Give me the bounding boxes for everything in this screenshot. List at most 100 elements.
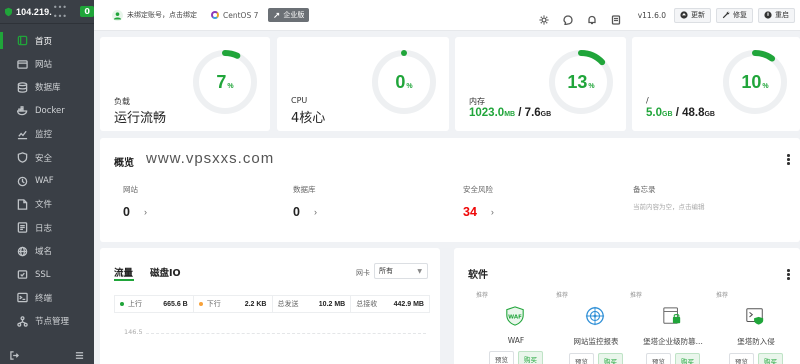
sidebar-item-logs[interactable]: 日志: [0, 216, 94, 239]
node-icon: [17, 316, 28, 327]
cpu-percent: 0%: [395, 71, 413, 92]
chevron-right-icon: ›: [143, 207, 147, 217]
sidebar-item-home[interactable]: 首页: [0, 29, 94, 52]
nic-selected-value: 所有: [379, 267, 393, 275]
sidebar-item-website[interactable]: 网站: [0, 52, 94, 75]
repair-label: 修复: [733, 11, 747, 19]
software-card: 软件 推荐 WAF WAF 预览 购买 推荐 网站监控报表 预览 购买 推荐 堡塔企…: [454, 248, 800, 364]
sidebar-item-label: SSL: [35, 269, 51, 280]
tab-disk-io[interactable]: 磁盘IO: [150, 265, 181, 279]
support-icon[interactable]: [563, 10, 573, 26]
sites-count: 0 ›: [123, 205, 147, 219]
restart-button[interactable]: 重启: [758, 7, 795, 23]
sidebar-item-label: 监控: [35, 130, 53, 141]
waf-shield-icon: WAF: [504, 305, 526, 327]
database-icon: [17, 82, 28, 93]
databases-count: 0 ›: [293, 205, 317, 219]
message-icon[interactable]: [611, 10, 621, 25]
sidebar-item-label: 数据库: [35, 83, 61, 94]
sidebar-item-security[interactable]: 安全: [0, 146, 94, 169]
sidebar-item-label: 域名: [35, 247, 53, 258]
overview-sites[interactable]: 网站 0 ›: [123, 184, 147, 219]
load-status: 运行流畅: [114, 111, 167, 126]
notification-bell-icon[interactable]: [587, 10, 597, 25]
chevron-down-icon: ▼: [417, 268, 422, 275]
overview-security[interactable]: 安全风险 34 ›: [463, 184, 494, 219]
load-card[interactable]: 7% 负载 运行流畅: [100, 37, 270, 131]
bind-account-link[interactable]: 未绑定账号，点击绑定: [127, 10, 197, 20]
software-item-intrusion-prevention[interactable]: 推荐 堡塔防入侵 预览 购买: [716, 290, 796, 364]
stat-total-sent: 总发送 10.2 MB: [273, 296, 352, 312]
software-item-site-monitor[interactable]: 推荐 网站监控报表 预览 购买: [556, 290, 636, 364]
cpu-label: CPU: [291, 96, 308, 105]
preview-button[interactable]: 预览: [646, 353, 671, 364]
terminal-icon: [17, 292, 28, 303]
edition-label: 企业版: [283, 11, 305, 19]
sidebar-item-domain[interactable]: 域名: [0, 240, 94, 263]
disk-card[interactable]: 10% / 5.0GB / 48.8GB: [632, 37, 800, 131]
collapse-menu-icon[interactable]: [75, 345, 84, 364]
disk-label: /: [646, 96, 649, 105]
software-item-waf[interactable]: 推荐 WAF WAF 预览 购买: [476, 290, 556, 364]
sidebar-item-terminal[interactable]: 终端: [0, 286, 94, 309]
chart-gridline: [146, 333, 426, 334]
logout-icon[interactable]: [10, 345, 19, 364]
recommend-tag: 推荐: [556, 292, 569, 299]
restart-label: 重启: [775, 11, 789, 19]
top-bar: 未绑定账号，点击绑定 CentOS 7 企业版 v11.6.0 更新 修复 重启: [94, 0, 800, 31]
globe-icon: [17, 59, 28, 70]
sidebar-item-docker[interactable]: Docker: [0, 99, 94, 122]
preview-button[interactable]: 预览: [729, 353, 754, 364]
overview-memo[interactable]: 备忘录 当前内容为空，点击编辑: [633, 184, 705, 211]
buy-button[interactable]: 购买: [758, 353, 783, 364]
server-header[interactable]: 104.219. ••• ••• 0: [0, 0, 94, 24]
security-count: 34 ›: [463, 205, 494, 219]
buy-button[interactable]: 购买: [675, 353, 700, 364]
ssl-icon: [17, 269, 28, 280]
preview-button[interactable]: 预览: [489, 351, 514, 364]
monitor-icon: [17, 129, 28, 140]
chevron-right-icon: ›: [313, 207, 317, 217]
software-name: 堡塔企业级防篡...: [643, 337, 703, 346]
sidebar-item-nodes[interactable]: 节点管理: [0, 310, 94, 333]
sidebar-item-label: WAF: [35, 176, 54, 187]
software-name: WAF: [507, 336, 525, 345]
tab-traffic[interactable]: 流量: [114, 265, 133, 279]
traffic-stats: 上行 665.6 B 下行 2.2 KB 总发送 10.2 MB 总接收 442.9 M…: [114, 295, 430, 313]
cpu-card[interactable]: 0% CPU 4核心: [277, 37, 449, 131]
sidebar-item-files[interactable]: 文件: [0, 193, 94, 216]
traffic-card: 流量 磁盘IO 网卡 所有 ▼ 上行 665.6 B 下行 2.2 KB 总发送 10…: [100, 248, 440, 364]
update-label: 更新: [691, 11, 705, 19]
version-label[interactable]: v11.6.0: [638, 11, 666, 20]
avatar[interactable]: [112, 9, 123, 21]
software-more-icon[interactable]: [787, 269, 790, 281]
shield-icon: [17, 152, 28, 163]
preview-button[interactable]: 预览: [569, 353, 594, 364]
alert-count-badge[interactable]: 0: [80, 6, 94, 17]
sites-label: 网站: [123, 185, 138, 194]
update-button[interactable]: 更新: [674, 7, 711, 23]
memory-card[interactable]: 13% 内存 1023.0MB / 7.6GB: [455, 37, 626, 131]
overview-more-icon[interactable]: [787, 154, 790, 166]
buy-button[interactable]: 购买: [518, 351, 543, 364]
nic-select[interactable]: 所有 ▼: [374, 263, 428, 279]
overview-databases[interactable]: 数据库 0 ›: [293, 184, 317, 219]
enterprise-badge[interactable]: 企业版: [268, 8, 310, 22]
sidebar-item-waf[interactable]: WAF: [0, 169, 94, 192]
buy-button[interactable]: 购买: [598, 353, 623, 364]
memo-note[interactable]: 当前内容为空，点击编辑: [633, 201, 705, 211]
waf-icon: [17, 176, 28, 187]
folder-icon: [17, 199, 28, 210]
sidebar-item-ssl[interactable]: SSL: [0, 263, 94, 286]
repair-button[interactable]: 修复: [716, 7, 753, 23]
server-ip-masked: ••• •••: [52, 2, 67, 21]
sidebar-item-label: 节点管理: [35, 317, 70, 328]
sidebar-item-label: 网站: [35, 60, 53, 71]
os-info: CentOS 7: [211, 11, 258, 20]
lock-file-icon: [661, 305, 683, 327]
sidebar-item-label: 文件: [35, 200, 53, 211]
theme-sun-icon[interactable]: [539, 10, 549, 25]
sidebar-item-monitor[interactable]: 监控: [0, 123, 94, 146]
software-item-tamper-proof[interactable]: 推荐 堡塔企业级防篡... 预览 购买: [630, 290, 716, 364]
sidebar-item-database[interactable]: 数据库: [0, 76, 94, 99]
